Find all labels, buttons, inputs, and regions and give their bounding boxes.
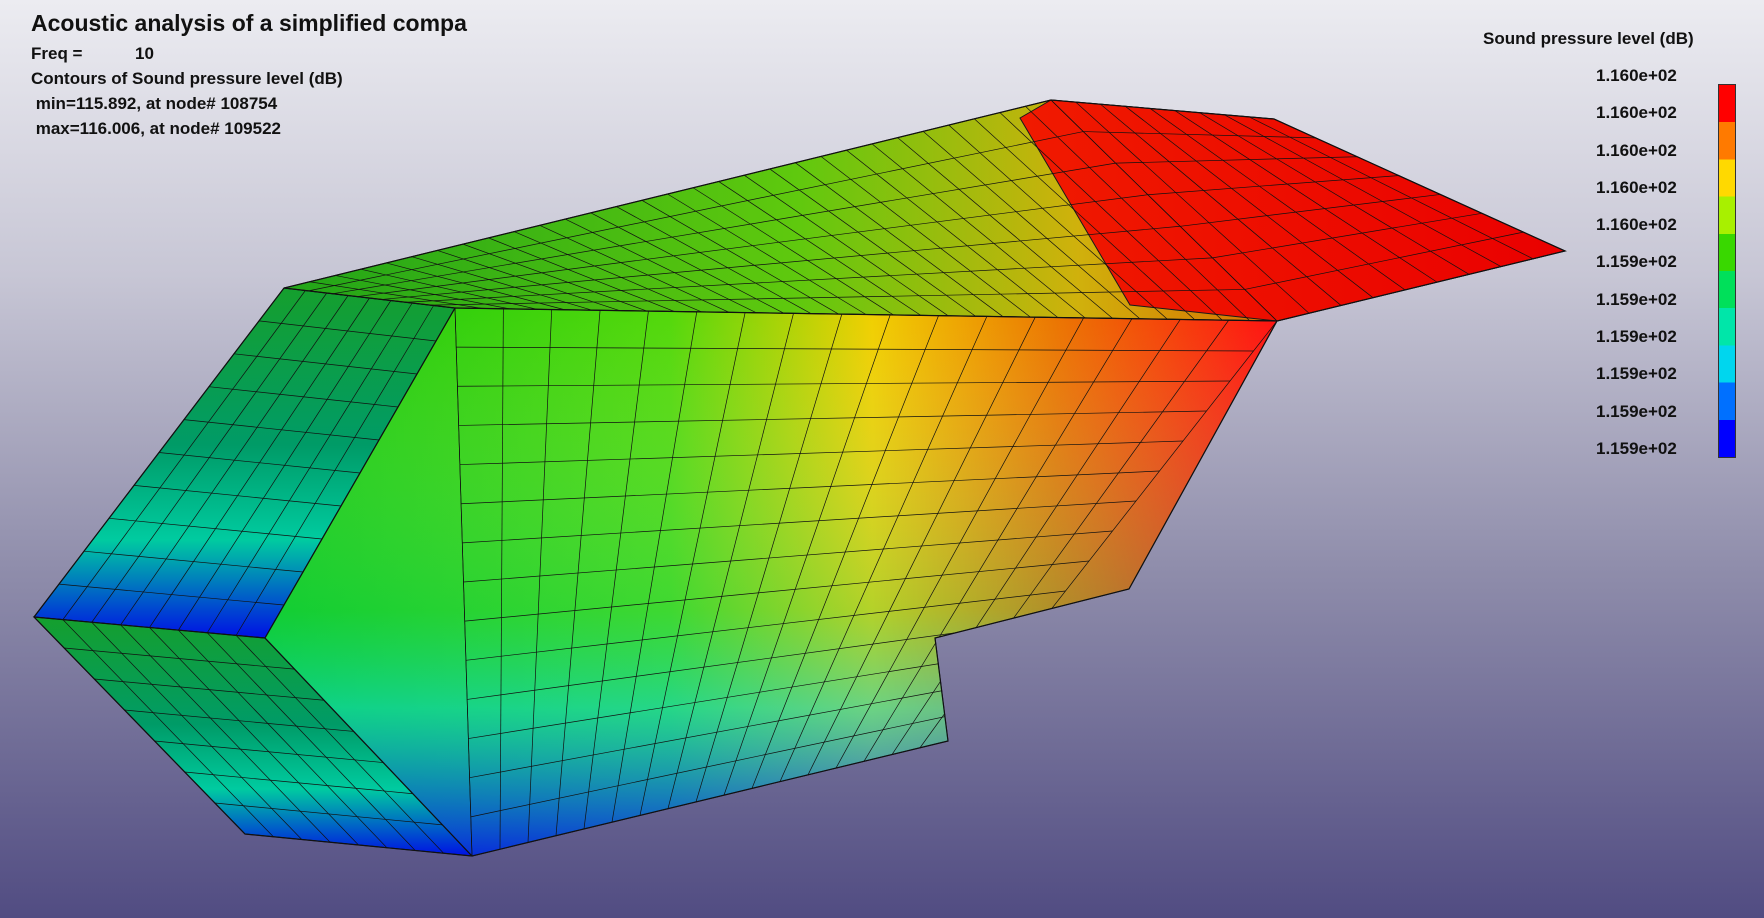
viewport[interactable]: Acoustic analysis of a simplified compa … [0,0,1764,918]
legend-label: 1.159e+02 [1596,290,1677,309]
color-legend: Sound pressure level (dB) 1.160e+02 1.16… [1470,26,1755,466]
legend-label: 1.160e+02 [1596,66,1677,85]
legend-label: 1.159e+02 [1596,364,1677,383]
info-panel: Acoustic analysis of a simplified compa … [31,10,467,141]
max-line: max=116.006, at node# 109522 [31,119,281,138]
legend-label: 1.160e+02 [1596,103,1677,122]
legend-label: 1.160e+02 [1596,215,1677,234]
legend-label: 1.159e+02 [1596,252,1677,271]
legend-label: 1.159e+02 [1596,439,1677,458]
legend-label: 1.160e+02 [1596,141,1677,160]
contour-title: Contours of Sound pressure level (dB) [31,69,343,88]
freq-value: 10 [135,44,154,63]
legend-label: 1.159e+02 [1596,327,1677,346]
plot-title: Acoustic analysis of a simplified compa [31,10,467,36]
front-face-shade [265,308,1277,856]
legend-label: 1.160e+02 [1596,178,1677,197]
legend-label: 1.159e+02 [1596,402,1677,421]
freq-line: Freq = 10 [31,41,467,66]
min-line: min=115.892, at node# 108754 [31,94,278,113]
freq-label: Freq = [31,44,83,63]
legend-title: Sound pressure level (dB) [1483,29,1694,48]
